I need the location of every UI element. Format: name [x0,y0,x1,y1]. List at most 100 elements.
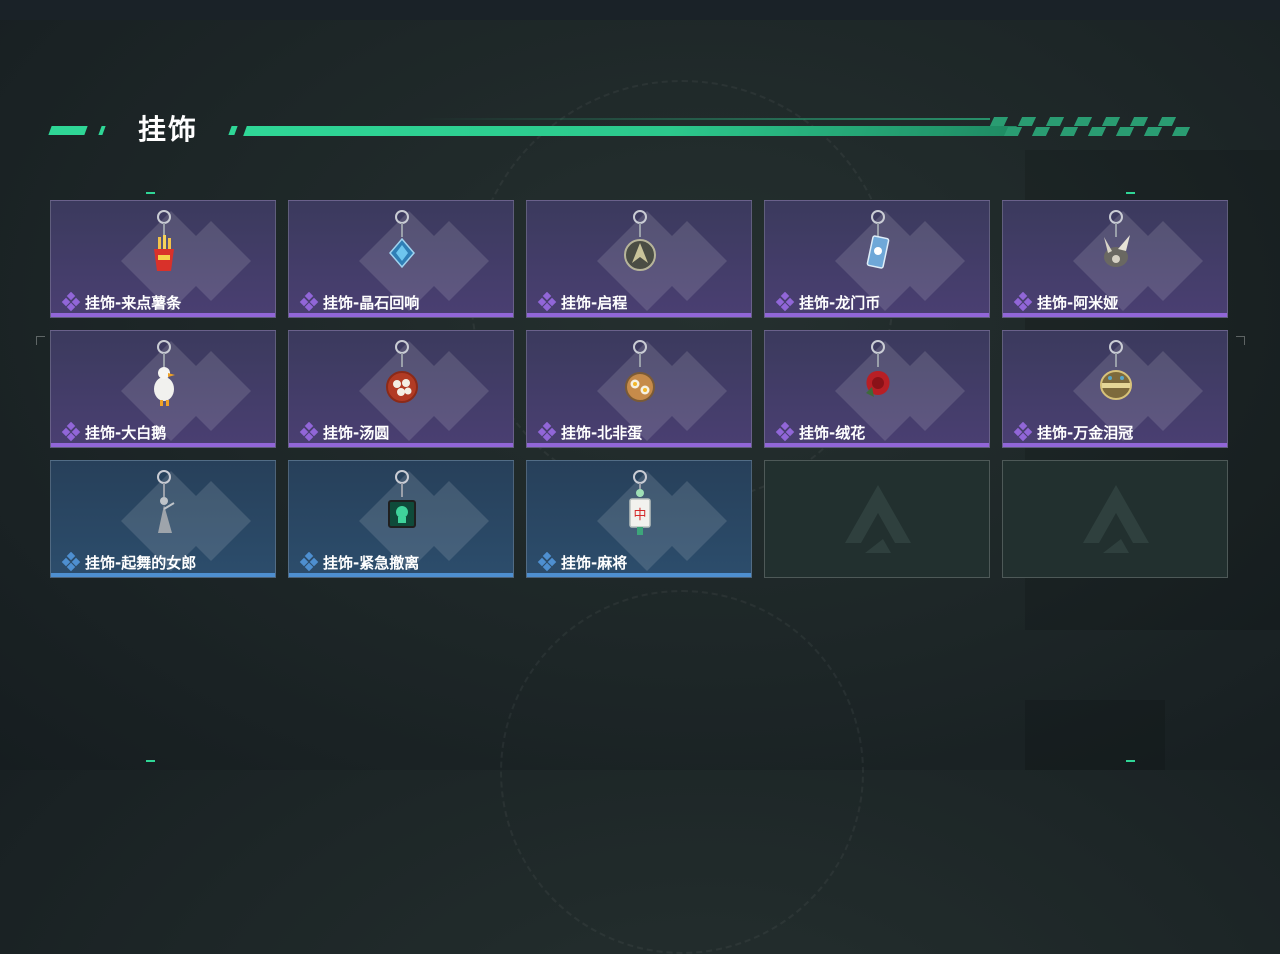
side-mark [1236,336,1245,345]
card-label: 挂饰-汤圆 [299,421,389,443]
dancer-charm-icon [144,467,184,551]
charm-name: 挂饰-阿米娅 [1037,293,1119,312]
header-bar-tick [228,126,238,135]
french-fries-charm-icon [144,207,184,291]
escape-charm-icon [382,467,422,551]
crown-charm-icon [1096,337,1136,421]
charm-card[interactable]: 挂饰-启程 [526,200,752,318]
background-block [1025,700,1165,770]
page-title: 挂饰 [138,113,199,146]
rarity-diamond-icon [1013,421,1033,442]
rarity-diamond-icon [775,291,795,312]
rarity-diamond-icon [299,551,319,572]
rarity-underline [289,313,513,317]
rarity-diamond-icon [299,291,319,312]
card-label: 挂饰-麻将 [537,551,627,573]
header-thin-line [420,118,990,120]
header-checker-pattern [989,117,1200,137]
rarity-diamond-icon [61,421,81,442]
charm-name: 挂饰-北非蛋 [561,423,643,442]
charm-card[interactable]: 挂饰-紧急撤离 [288,460,514,578]
corner-mark [146,192,155,194]
dumpling-bowl-charm-icon [382,337,422,421]
charm-card[interactable]: 挂饰-晶石回响 [288,200,514,318]
card-label: 挂饰-来点薯条 [61,291,181,313]
charm-name: 挂饰-万金泪冠 [1037,423,1134,442]
rarity-underline [289,573,513,577]
charm-name: 挂饰-龙门币 [799,293,881,312]
emblem-charm-icon [620,207,660,291]
rarity-underline [527,443,751,447]
empty-slot-logo-icon [843,483,913,557]
rarity-diamond-icon [775,421,795,442]
charm-name: 挂饰-大白鹅 [85,423,167,442]
rarity-diamond-icon [61,291,81,312]
empty-slot-logo-icon [1081,483,1151,557]
rarity-underline [1003,313,1227,317]
crystal-charm-icon [382,207,422,291]
corner-mark [1126,192,1135,194]
rarity-underline [765,313,989,317]
rarity-diamond-icon [537,291,557,312]
card-label: 挂饰-起舞的女郎 [61,551,196,573]
card-label: 挂饰-紧急撤离 [299,551,419,573]
red-flower-charm-icon [858,337,898,421]
charm-name: 挂饰-紧急撤离 [323,553,420,572]
charm-card[interactable]: 挂饰-起舞的女郎 [50,460,276,578]
rarity-diamond-icon [61,551,81,572]
coin-card-charm-icon [858,207,898,291]
rarity-diamond-icon [537,421,557,442]
top-band [0,0,1280,20]
rarity-diamond-icon [537,551,557,572]
charm-card[interactable]: 挂饰-北非蛋 [526,330,752,448]
charm-name: 挂饰-汤圆 [323,423,390,442]
rarity-underline [289,443,513,447]
rarity-underline [51,443,275,447]
charm-grid: 挂饰-来点薯条 挂饰-晶石回响 挂饰-启程 挂饰-龙门币 挂饰-阿米娅 挂饰-大白鹅 挂饰-… [50,200,1230,580]
charm-card[interactable]: 挂饰-龙门币 [764,200,990,318]
card-label: 挂饰-绒花 [775,421,865,443]
background-arc [500,590,864,954]
corner-mark [146,760,155,762]
charm-name: 挂饰-麻将 [561,553,628,572]
charm-name: 挂饰-启程 [561,293,628,312]
header-accent-tick [98,126,106,135]
header-accent-bar [48,126,88,135]
charm-card[interactable]: 中挂饰-麻将 [526,460,752,578]
empty-slot [1002,460,1228,578]
rarity-diamond-icon [299,421,319,442]
mahjong-charm-icon: 中 [620,467,660,551]
card-label: 挂饰-龙门币 [775,291,880,313]
goose-charm-icon [144,337,184,421]
charm-card[interactable]: 挂饰-来点薯条 [50,200,276,318]
rarity-diamond-icon [1013,291,1033,312]
card-label: 挂饰-阿米娅 [1013,291,1118,313]
rarity-underline [51,313,275,317]
bunny-charm-icon [1096,207,1136,291]
charm-card[interactable]: 挂饰-阿米娅 [1002,200,1228,318]
card-label: 挂饰-启程 [537,291,627,313]
empty-slot [764,460,990,578]
charm-name: 挂饰-晶石回响 [323,293,420,312]
rarity-underline [1003,443,1227,447]
card-label: 挂饰-晶石回响 [299,291,419,313]
charm-name: 挂饰-绒花 [799,423,866,442]
card-label: 挂饰-北非蛋 [537,421,642,443]
side-mark [36,336,45,345]
charm-card[interactable]: 挂饰-绒花 [764,330,990,448]
card-label: 挂饰-万金泪冠 [1013,421,1133,443]
rarity-underline [527,313,751,317]
svg-text:中: 中 [633,508,646,523]
rarity-underline [527,573,751,577]
rarity-underline [51,573,275,577]
corner-mark [1126,760,1135,762]
card-label: 挂饰-大白鹅 [61,421,166,443]
charm-card[interactable]: 挂饰-大白鹅 [50,330,276,448]
charm-card[interactable]: 挂饰-万金泪冠 [1002,330,1228,448]
charm-name: 挂饰-来点薯条 [85,293,182,312]
shakshuka-charm-icon [620,337,660,421]
header-progress-bar [243,126,1017,136]
charm-card[interactable]: 挂饰-汤圆 [288,330,514,448]
charm-name: 挂饰-起舞的女郎 [85,553,197,572]
rarity-underline [765,443,989,447]
